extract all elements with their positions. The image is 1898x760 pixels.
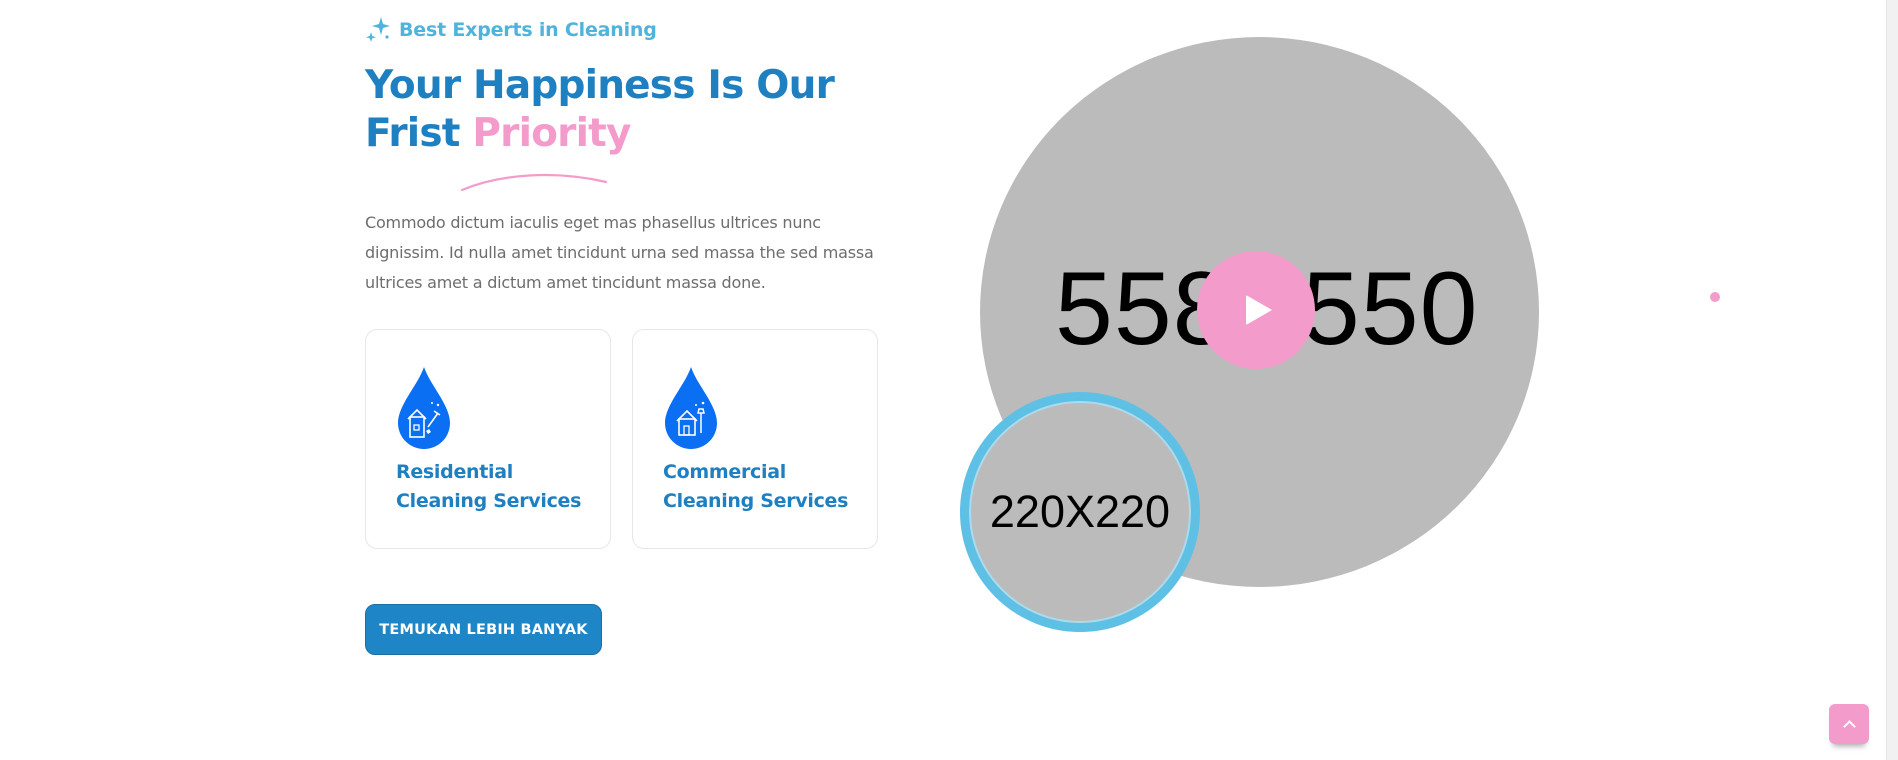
heading-accent-word: Priority: [472, 111, 631, 156]
heading-underline-swoosh: [460, 173, 608, 192]
heading-line1: Your Happiness Is Our: [365, 63, 835, 108]
card-title-line1: Residential: [396, 461, 513, 483]
service-card-residential[interactable]: Residential Cleaning Services: [365, 329, 611, 549]
small-placeholder-label: 220X220: [989, 486, 1171, 537]
page-scrollbar[interactable]: [1886, 0, 1898, 760]
service-card-commercial[interactable]: Commercial Cleaning Services: [632, 329, 878, 549]
residential-drop-icon: [398, 367, 450, 449]
commercial-drop-icon: [665, 367, 717, 449]
tagline-text: Best Experts in Cleaning: [399, 19, 657, 41]
card-title-line1: Commercial: [663, 461, 786, 483]
sparkle-icon: [366, 17, 390, 42]
find-out-more-button[interactable]: TEMUKAN LEBIH BANYAK: [365, 604, 602, 655]
card-title-line2: Cleaning Services: [663, 490, 849, 512]
section-tagline: Best Experts in Cleaning: [365, 14, 657, 46]
service-card-title: Commercial Cleaning Services: [663, 458, 863, 516]
decorative-dot: [1710, 292, 1720, 302]
card-title-line2: Cleaning Services: [396, 490, 582, 512]
back-to-top-button[interactable]: [1829, 704, 1869, 744]
section-heading: Your Happiness Is Our Frist Priority: [365, 62, 885, 158]
service-card-title: Residential Cleaning Services: [396, 458, 596, 516]
media-area: 558X550 220X220: [0, 0, 1898, 760]
small-image-placeholder: 220X220: [960, 392, 1200, 632]
chevron-up-icon: [1842, 720, 1856, 733]
play-video-button[interactable]: [1197, 251, 1315, 369]
heading-line2-plain: Frist: [365, 111, 460, 156]
section-description: Commodo dictum iaculis eget mas phasellu…: [365, 213, 874, 292]
play-icon: [1246, 295, 1272, 325]
